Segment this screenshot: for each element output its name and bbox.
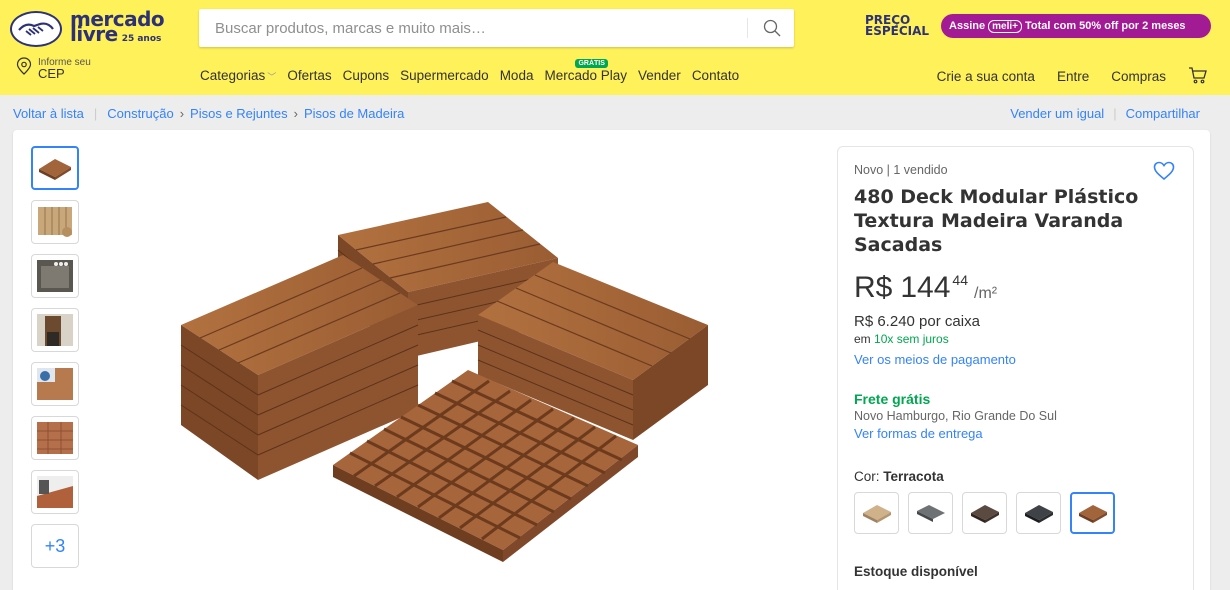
account-links: Crie a sua conta Entre Compras — [915, 66, 1208, 87]
color-swatch-1[interactable] — [854, 492, 899, 534]
product-price: R$ 144 44 /m² — [854, 271, 1177, 305]
search-box — [199, 9, 794, 47]
gratis-badge: GRÁTIS — [575, 59, 608, 68]
color-label-prefix: Cor: — [854, 469, 880, 484]
meli-plus-badge: meli+ — [988, 19, 1022, 33]
price-unit: /m² — [974, 285, 998, 302]
breadcrumb-actions-divider: | — [1113, 106, 1117, 121]
nav-moda[interactable]: Moda — [500, 68, 534, 83]
nav-ofertas[interactable]: Ofertas — [287, 68, 331, 83]
color-label: Cor: Terracota — [854, 469, 1177, 484]
share-link[interactable]: Compartilhar — [1126, 106, 1200, 121]
nav-supermercado[interactable]: Supermercado — [400, 68, 489, 83]
login-link[interactable]: Entre — [1057, 69, 1089, 84]
sell-same-link[interactable]: Vender um igual — [1010, 106, 1104, 121]
nav-categorias[interactable]: Categorias ﹀ — [200, 68, 276, 83]
logo-word-livre: livre — [70, 21, 118, 46]
free-shipping-label: Frete grátis — [854, 391, 931, 407]
product-image[interactable] — [173, 180, 733, 590]
breadcrumb-divider: | — [93, 106, 98, 121]
promo-line2: ESPECIAL — [865, 24, 930, 38]
heart-icon — [1153, 161, 1175, 181]
promo-title: PREÇO ESPECIAL — [865, 14, 930, 38]
breadcrumb-item-pisos-madeira[interactable]: Pisos de Madeira — [304, 106, 404, 121]
thumbnail-6[interactable] — [31, 416, 79, 460]
nav-contato[interactable]: Contato — [692, 68, 739, 83]
thumbnail-list: +3 — [31, 146, 81, 578]
promo-pill[interactable]: Assine meli+ Total com 50% off por 2 mes… — [941, 14, 1212, 38]
cep-location[interactable]: Informe seu CEP — [16, 57, 91, 83]
back-to-list-link[interactable]: Voltar à lista — [13, 106, 84, 121]
nav-vender[interactable]: Vender — [638, 68, 681, 83]
thumbnail-4[interactable] — [31, 308, 79, 352]
favorite-button[interactable] — [1153, 161, 1175, 186]
cart-icon — [1189, 67, 1207, 84]
breadcrumb-item-construcao[interactable]: Construção — [107, 106, 173, 121]
search-icon — [763, 19, 781, 37]
header: mercado livre 25 anos PREÇO ESPECIAL Ass… — [0, 0, 1230, 95]
mercado-livre-logo[interactable]: mercado livre 25 anos — [10, 6, 190, 52]
seller-location: Novo Hamburgo, Rio Grande Do Sul — [854, 409, 1057, 423]
breadcrumb-actions: Vender um igual | Compartilhar — [1010, 106, 1200, 121]
cep-label-main: CEP — [38, 66, 65, 81]
nav-mercado-play-label: Mercado Play — [544, 68, 628, 83]
nav-mercado-play[interactable]: GRÁTIS Mercado Play — [544, 59, 628, 83]
logo-anos: 25 anos — [121, 33, 162, 44]
installments-prefix: em — [854, 332, 871, 346]
installments-highlight: 10x sem juros — [874, 332, 949, 346]
price-integer: 144 — [900, 271, 951, 304]
more-thumbnails-label: +3 — [44, 535, 66, 556]
search-button[interactable] — [751, 9, 793, 47]
box-price: R$ 6.240 por caixa — [854, 313, 980, 330]
breadcrumb: Voltar à lista | Construção › Pisos e Re… — [13, 106, 404, 121]
purchases-link[interactable]: Compras — [1111, 69, 1166, 84]
color-swatch-2[interactable] — [908, 492, 953, 534]
location-pin-icon — [16, 57, 32, 75]
promo-pill-text: Total com 50% off por 2 meses — [1024, 20, 1186, 32]
thumbnail-2[interactable] — [31, 200, 79, 244]
cart-button[interactable] — [1188, 66, 1208, 87]
nav-categorias-label: Categorias — [200, 68, 266, 83]
color-swatch-terracota[interactable] — [1070, 492, 1115, 534]
color-swatches — [854, 492, 1177, 534]
color-swatch-4[interactable] — [1016, 492, 1061, 534]
main-nav: Categorias ﹀ Ofertas Cupons Supermercado … — [200, 59, 750, 83]
product-card: +3 Novo | 1 vendido 480 Deck Modular Plá… — [13, 130, 1210, 590]
create-account-link[interactable]: Crie a sua conta — [937, 69, 1035, 84]
search-input[interactable] — [199, 9, 739, 47]
chevron-down-icon: ﹀ — [267, 72, 277, 82]
nav-cupons[interactable]: Cupons — [343, 68, 390, 83]
color-swatch-3[interactable] — [962, 492, 1007, 534]
buy-box: Novo | 1 vendido 480 Deck Modular Plásti… — [837, 146, 1194, 590]
product-title: 480 Deck Modular Plástico Textura Madeir… — [854, 186, 1139, 256]
installments: em 10x sem juros — [854, 332, 1177, 346]
price-currency: R$ — [854, 271, 893, 304]
thumbnail-7[interactable] — [31, 470, 79, 514]
shipping-options-link[interactable]: Ver formas de entrega — [854, 426, 1177, 441]
handshake-icon — [10, 11, 62, 47]
breadcrumb-separator: › — [293, 106, 298, 121]
thumbnail-5[interactable] — [31, 362, 79, 406]
payment-methods-link[interactable]: Ver os meios de pagamento — [854, 352, 1177, 367]
condition-sold-count: Novo | 1 vendido — [854, 163, 948, 177]
more-thumbnails-button[interactable]: +3 — [31, 524, 79, 568]
thumbnail-3[interactable] — [31, 254, 79, 298]
thumbnail-1[interactable] — [31, 146, 79, 190]
stock-available: Estoque disponível — [854, 564, 978, 579]
search-divider — [747, 18, 748, 38]
price-cents: 44 — [952, 272, 968, 288]
promo-banner[interactable]: PREÇO ESPECIAL Assine meli+ Total com 50… — [865, 14, 1212, 38]
color-selected-value: Terracota — [883, 469, 944, 484]
promo-pill-prefix: Assine — [949, 20, 986, 32]
breadcrumb-item-pisos-rejuntes[interactable]: Pisos e Rejuntes — [190, 106, 288, 121]
breadcrumb-separator: › — [179, 106, 185, 121]
